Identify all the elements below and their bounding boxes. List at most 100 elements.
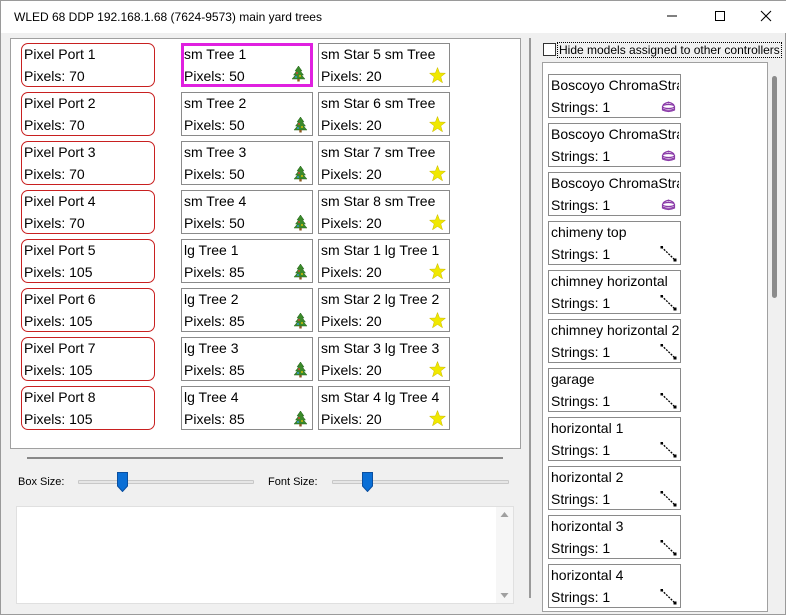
available-model-box[interactable]: Boscoyo ChromaStrand Strings: 1 — [548, 123, 681, 167]
window-title: WLED 68 DDP 192.168.1.68 (7624-9573) mai… — [14, 10, 322, 24]
available-model-box-name: garage — [551, 371, 595, 387]
models-scrollbar-thumb[interactable] — [772, 76, 777, 298]
scroll-up-icon[interactable] — [500, 511, 509, 518]
available-model-box[interactable]: horizontal 2 Strings: 1 — [548, 466, 681, 510]
close-icon — [760, 10, 772, 22]
line-icon — [660, 343, 677, 360]
hide-models-row[interactable]: Hide models assigned to other controller… — [543, 42, 782, 58]
available-model-box-name: horizontal 4 — [551, 567, 624, 583]
box-size-slider-track[interactable] — [78, 480, 254, 484]
tree-model-box-name: lg Tree 4 — [184, 389, 239, 405]
font-size-slider-track[interactable] — [332, 480, 509, 484]
star-model-box[interactable]: sm Star 5 sm Tree Pixels: 20 — [318, 43, 450, 87]
available-model-box[interactable]: horizontal 1 Strings: 1 — [548, 417, 681, 461]
available-model-box-name: chimney horizontal 2 — [551, 322, 679, 338]
maximize-icon — [715, 11, 725, 21]
star-icon — [428, 409, 447, 427]
line-icon — [660, 245, 677, 262]
available-model-box-strings: Strings: 1 — [551, 295, 611, 311]
pixel-port-box[interactable]: Pixel Port 2 Pixels: 70 — [21, 92, 155, 136]
tree-icon — [292, 165, 309, 182]
pixel-port-box-name: Pixel Port 2 — [24, 95, 96, 111]
star-model-box-name: sm Star 5 sm Tree — [321, 46, 436, 62]
tree-model-box[interactable]: sm Tree 4 Pixels: 50 — [181, 190, 313, 234]
available-model-box[interactable]: chimeny top Strings: 1 — [548, 221, 681, 265]
tree-model-box[interactable]: sm Tree 1 Pixels: 50 — [181, 43, 313, 87]
star-model-box-pixels: Pixels: 20 — [321, 411, 382, 427]
grid-divider[interactable] — [27, 457, 503, 459]
line-icon — [660, 490, 677, 507]
tree-icon — [292, 263, 309, 280]
box-size-slider-thumb[interactable] — [117, 472, 128, 492]
available-model-box[interactable]: Boscoyo ChromaStrand Strings: 1 — [548, 74, 681, 118]
line-icon — [660, 539, 677, 556]
available-model-box-name: horizontal 3 — [551, 518, 624, 534]
star-icon — [428, 115, 447, 133]
maximize-button[interactable] — [697, 1, 743, 31]
star-model-box[interactable]: sm Star 7 sm Tree Pixels: 20 — [318, 141, 450, 185]
star-model-box[interactable]: sm Star 1 lg Tree 1 Pixels: 20 — [318, 239, 450, 283]
tree-model-box[interactable]: sm Tree 3 Pixels: 50 — [181, 141, 313, 185]
pixel-port-box[interactable]: Pixel Port 3 Pixels: 70 — [21, 141, 155, 185]
minimize-icon — [667, 15, 677, 17]
log-text-area[interactable] — [16, 506, 514, 604]
controller-window: WLED 68 DDP 192.168.1.68 (7624-9573) mai… — [0, 0, 786, 615]
tree-model-box[interactable]: lg Tree 3 Pixels: 85 — [181, 337, 313, 381]
available-model-box[interactable]: chimney horizontal Strings: 1 — [548, 270, 681, 314]
pixel-port-box[interactable]: Pixel Port 1 Pixels: 70 — [21, 43, 155, 87]
available-model-box[interactable]: horizontal 3 Strings: 1 — [548, 515, 681, 559]
tree-model-box[interactable]: lg Tree 2 Pixels: 85 — [181, 288, 313, 332]
star-model-box-pixels: Pixels: 20 — [321, 166, 382, 182]
tree-model-box[interactable]: sm Tree 2 Pixels: 50 — [181, 92, 313, 136]
tree-model-box-pixels: Pixels: 50 — [184, 68, 245, 84]
line-icon — [660, 294, 677, 311]
star-model-box-pixels: Pixels: 20 — [321, 215, 382, 231]
scroll-down-icon[interactable] — [500, 592, 509, 599]
pixel-port-box[interactable]: Pixel Port 8 Pixels: 105 — [21, 386, 155, 430]
pixel-port-box[interactable]: Pixel Port 4 Pixels: 70 — [21, 190, 155, 234]
star-model-box-pixels: Pixels: 20 — [321, 68, 382, 84]
tree-model-box[interactable]: lg Tree 1 Pixels: 85 — [181, 239, 313, 283]
available-model-box-name: chimney horizontal — [551, 273, 668, 289]
hide-models-checkbox[interactable] — [543, 43, 556, 56]
star-model-box[interactable]: sm Star 4 lg Tree 4 Pixels: 20 — [318, 386, 450, 430]
port-grid-panel: Pixel Port 1 Pixels: 70 Pixel Port 2 Pixels… — [10, 38, 521, 449]
available-model-box[interactable]: garage Strings: 1 — [548, 368, 681, 412]
log-scrollbar[interactable] — [496, 507, 513, 603]
star-icon — [428, 262, 447, 280]
close-button[interactable] — [743, 1, 786, 31]
available-model-box[interactable]: horizontal 4 Strings: 1 — [548, 564, 681, 608]
star-model-box-name: sm Star 1 lg Tree 1 — [321, 242, 440, 258]
hide-models-label[interactable]: Hide models assigned to other controller… — [557, 42, 782, 58]
star-model-box[interactable]: sm Star 6 sm Tree Pixels: 20 — [318, 92, 450, 136]
available-model-box[interactable]: Boscoyo ChromaStrand Strings: 1 — [548, 172, 681, 216]
star-model-box[interactable]: sm Star 3 lg Tree 3 Pixels: 20 — [318, 337, 450, 381]
pixel-port-box[interactable]: Pixel Port 6 Pixels: 105 — [21, 288, 155, 332]
line-icon — [660, 441, 677, 458]
available-model-box-name: horizontal 1 — [551, 420, 624, 436]
available-model-box-name: Boscoyo ChromaStrand — [551, 77, 679, 93]
star-model-box-name: sm Star 3 lg Tree 3 — [321, 340, 440, 356]
star-model-box-pixels: Pixels: 20 — [321, 117, 382, 133]
star-icon — [428, 360, 447, 378]
star-model-box-name: sm Star 2 lg Tree 2 — [321, 291, 440, 307]
pixel-port-box-name: Pixel Port 6 — [24, 291, 96, 307]
tree-model-box-pixels: Pixels: 50 — [184, 117, 245, 133]
star-model-box[interactable]: sm Star 8 sm Tree Pixels: 20 — [318, 190, 450, 234]
tree-model-box[interactable]: lg Tree 4 Pixels: 85 — [181, 386, 313, 430]
title-bar: WLED 68 DDP 192.168.1.68 (7624-9573) mai… — [1, 1, 786, 33]
available-model-box-strings: Strings: 1 — [551, 246, 611, 262]
pixel-port-box-name: Pixel Port 8 — [24, 389, 96, 405]
minimize-button[interactable] — [649, 1, 695, 31]
pixel-port-box[interactable]: Pixel Port 5 Pixels: 105 — [21, 239, 155, 283]
font-size-slider-thumb[interactable] — [362, 472, 373, 492]
star-icon — [428, 311, 447, 329]
pixel-port-box[interactable]: Pixel Port 7 Pixels: 105 — [21, 337, 155, 381]
tree-model-box-pixels: Pixels: 85 — [184, 264, 245, 280]
panel-splitter[interactable] — [529, 38, 531, 598]
star-model-box[interactable]: sm Star 2 lg Tree 2 Pixels: 20 — [318, 288, 450, 332]
available-model-box[interactable]: chimney horizontal 2 Strings: 1 — [548, 319, 681, 363]
line-icon — [660, 588, 677, 605]
available-model-box-name: horizontal 2 — [551, 469, 624, 485]
star-icon — [428, 66, 447, 84]
